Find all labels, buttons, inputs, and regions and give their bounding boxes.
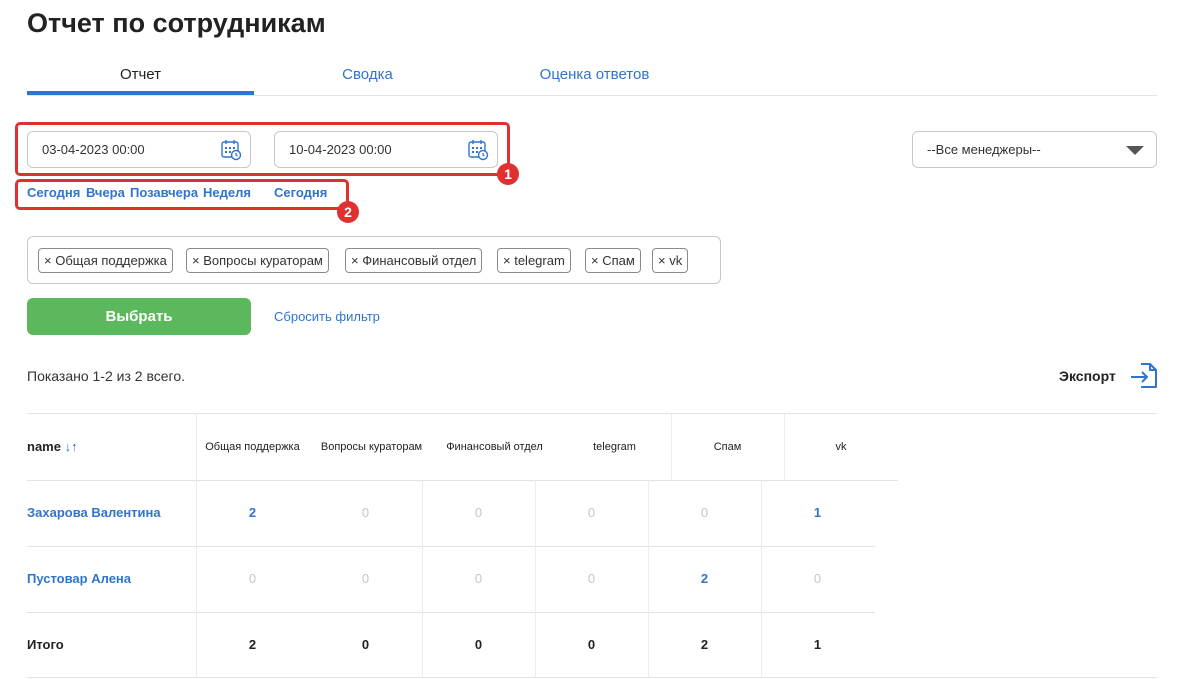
- tag-chip[interactable]: × Вопросы кураторам: [186, 248, 329, 273]
- total-cell: 0: [361, 637, 370, 652]
- count-cell: 0: [813, 571, 822, 586]
- tabs-bar: Отчет Сводка Оценка ответов: [27, 58, 1157, 96]
- apply-filter-button[interactable]: Выбрать: [27, 298, 251, 335]
- count-cell: 0: [587, 571, 596, 586]
- remove-icon[interactable]: ×: [591, 253, 599, 268]
- tab-summary[interactable]: Сводка: [254, 58, 481, 95]
- annotation-box-2: [15, 179, 349, 210]
- column-header: telegram: [593, 441, 636, 453]
- count-cell: 0: [474, 505, 483, 520]
- tag-label: Спам: [602, 253, 635, 268]
- column-divider: [761, 546, 762, 612]
- tag-chip[interactable]: × telegram: [497, 248, 571, 273]
- tag-label: Вопросы кураторам: [203, 253, 323, 268]
- table-total-row: Итого 2 0 0 0 2 1: [27, 612, 1157, 678]
- column-divider: [648, 612, 649, 678]
- name-header-label: name: [27, 439, 61, 454]
- page-title: Отчет по сотрудникам: [27, 8, 326, 38]
- column-divider: [535, 612, 536, 678]
- count-cell[interactable]: 2: [196, 480, 309, 546]
- reset-filter-link[interactable]: Сбросить фильтр: [274, 309, 380, 324]
- column-divider: [422, 480, 423, 546]
- column-header: Финансовый отдел: [446, 441, 543, 453]
- remove-icon[interactable]: ×: [44, 253, 52, 268]
- total-cell: 2: [700, 637, 709, 652]
- count-cell: 0: [474, 571, 483, 586]
- column-divider: [648, 546, 649, 612]
- total-label: Итого: [27, 637, 64, 652]
- column-header: vk: [835, 441, 847, 453]
- column-divider: [196, 612, 197, 678]
- total-cell: 1: [813, 637, 822, 652]
- column-divider: [422, 612, 423, 678]
- column-divider: [535, 480, 536, 546]
- column-divider: [196, 414, 197, 480]
- column-divider: [422, 546, 423, 612]
- remove-icon[interactable]: ×: [658, 253, 666, 268]
- column-divider: [761, 480, 762, 546]
- count-cell: 0: [700, 505, 709, 520]
- manager-select[interactable]: --Все менеджеры--: [912, 131, 1157, 168]
- table-header: name ↓↑ Общая поддержка Вопросы куратора…: [27, 413, 1157, 481]
- column-divider: [535, 546, 536, 612]
- count-cell[interactable]: 2: [648, 546, 761, 612]
- employee-name-link[interactable]: Захарова Валентина: [27, 480, 161, 546]
- tab-report[interactable]: Отчет: [27, 58, 254, 95]
- remove-icon[interactable]: ×: [351, 253, 359, 268]
- table-row: Захарова Валентина 2 0 0 0 0 1: [27, 480, 1157, 547]
- total-cell: 2: [248, 637, 257, 652]
- tag-chip[interactable]: × Спам: [585, 248, 641, 273]
- column-divider: [196, 480, 197, 546]
- tag-chip[interactable]: × Финансовый отдел: [345, 248, 483, 273]
- tab-answer-rating[interactable]: Оценка ответов: [481, 58, 708, 95]
- export-button[interactable]: Экспорт: [1059, 368, 1116, 384]
- column-divider: [648, 480, 649, 546]
- annotation-box-1: [15, 122, 510, 176]
- count-cell: 0: [361, 571, 370, 586]
- column-divider: [671, 414, 672, 480]
- tag-label: telegram: [514, 253, 565, 268]
- remove-icon[interactable]: ×: [192, 253, 200, 268]
- count-cell[interactable]: 1: [761, 480, 874, 546]
- count-cell: 0: [361, 505, 370, 520]
- column-divider: [196, 546, 197, 612]
- sort-icon[interactable]: ↓↑: [65, 439, 78, 454]
- column-header-name[interactable]: name ↓↑: [27, 414, 78, 480]
- count-cell: 0: [587, 505, 596, 520]
- count-cell: 0: [248, 571, 257, 586]
- row-divider: [27, 677, 1157, 678]
- table-row: Пустовар Алена 0 0 0 0 2 0: [27, 546, 1157, 613]
- manager-select-value: --Все менеджеры--: [927, 142, 1041, 157]
- remove-icon[interactable]: ×: [503, 253, 511, 268]
- total-cell: 0: [474, 637, 483, 652]
- annotation-marker-1: 1: [497, 163, 519, 185]
- channel-tag-input[interactable]: × Общая поддержка × Вопросы кураторам × …: [27, 236, 721, 284]
- column-divider: [784, 414, 785, 480]
- annotation-marker-2: 2: [337, 201, 359, 223]
- tag-chip[interactable]: × Общая поддержка: [38, 248, 173, 273]
- column-divider: [761, 612, 762, 678]
- column-header: Спам: [713, 441, 742, 453]
- employee-name-link[interactable]: Пустовар Алена: [27, 546, 131, 612]
- tag-label: Финансовый отдел: [362, 253, 477, 268]
- chevron-down-icon: [1126, 146, 1144, 155]
- tag-chip[interactable]: × vk: [652, 248, 689, 273]
- results-summary: Показано 1-2 из 2 всего.: [27, 368, 185, 384]
- export-icon[interactable]: [1129, 361, 1159, 391]
- column-header: Общая поддержка: [205, 441, 300, 453]
- column-header: Вопросы кураторам: [320, 441, 423, 453]
- tag-label: vk: [669, 253, 683, 268]
- total-cell: 0: [587, 637, 596, 652]
- tag-label: Общая поддержка: [55, 253, 167, 268]
